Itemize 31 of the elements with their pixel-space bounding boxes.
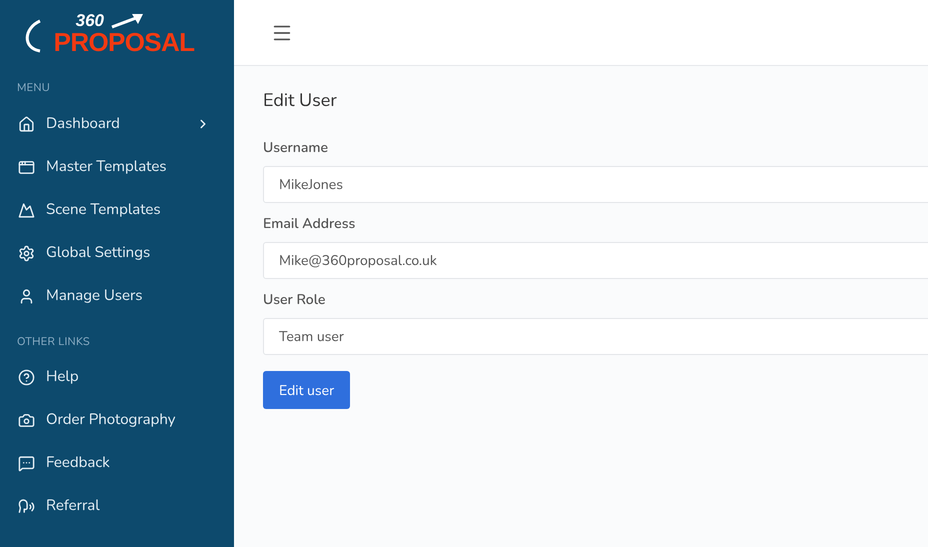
chat-icon	[18, 455, 35, 472]
user-icon	[18, 288, 35, 304]
window-icon	[18, 158, 35, 176]
sidebar-item[interactable]: Manage Users	[0, 274, 234, 318]
edit-user-button[interactable]: Edit user	[263, 371, 350, 409]
section-heading: OTHER LINKS	[16, 332, 91, 350]
house-icon	[18, 116, 35, 132]
speaking-person-icon	[18, 498, 35, 515]
page-title: Edit User	[263, 88, 338, 115]
logo-wordmark: PROPOSAL	[54, 28, 194, 54]
sidebar-item[interactable]: Scene Templates	[0, 188, 234, 232]
arrow-icon	[110, 12, 144, 28]
input-field[interactable]: MikeJones	[263, 166, 928, 203]
sidebar-item[interactable]: Master Templates	[0, 146, 234, 188]
sidebar-item[interactable]: Feedback	[0, 442, 234, 485]
sidebar-item[interactable]: Dashboard	[0, 102, 234, 146]
input-field[interactable]: Team user	[263, 318, 928, 355]
logo-number: 360	[76, 12, 104, 28]
input-field[interactable]: Mike@360proposal.co.uk	[263, 242, 928, 279]
sidebar-item[interactable]: Global Settings	[0, 232, 234, 274]
field-label: User Role	[263, 289, 326, 310]
help-icon	[18, 369, 35, 386]
camera-icon	[18, 412, 35, 429]
field-label: Email Address	[263, 213, 356, 234]
field-label: Username	[263, 137, 330, 158]
sidebar-item[interactable]: Help	[0, 356, 234, 399]
settings-icon	[18, 244, 35, 262]
sidebar-item[interactable]: Order Photography	[0, 399, 234, 442]
section-heading: MENU	[16, 79, 52, 97]
sidebar-item[interactable]: Referral	[0, 485, 234, 528]
mountain-icon	[18, 202, 35, 218]
